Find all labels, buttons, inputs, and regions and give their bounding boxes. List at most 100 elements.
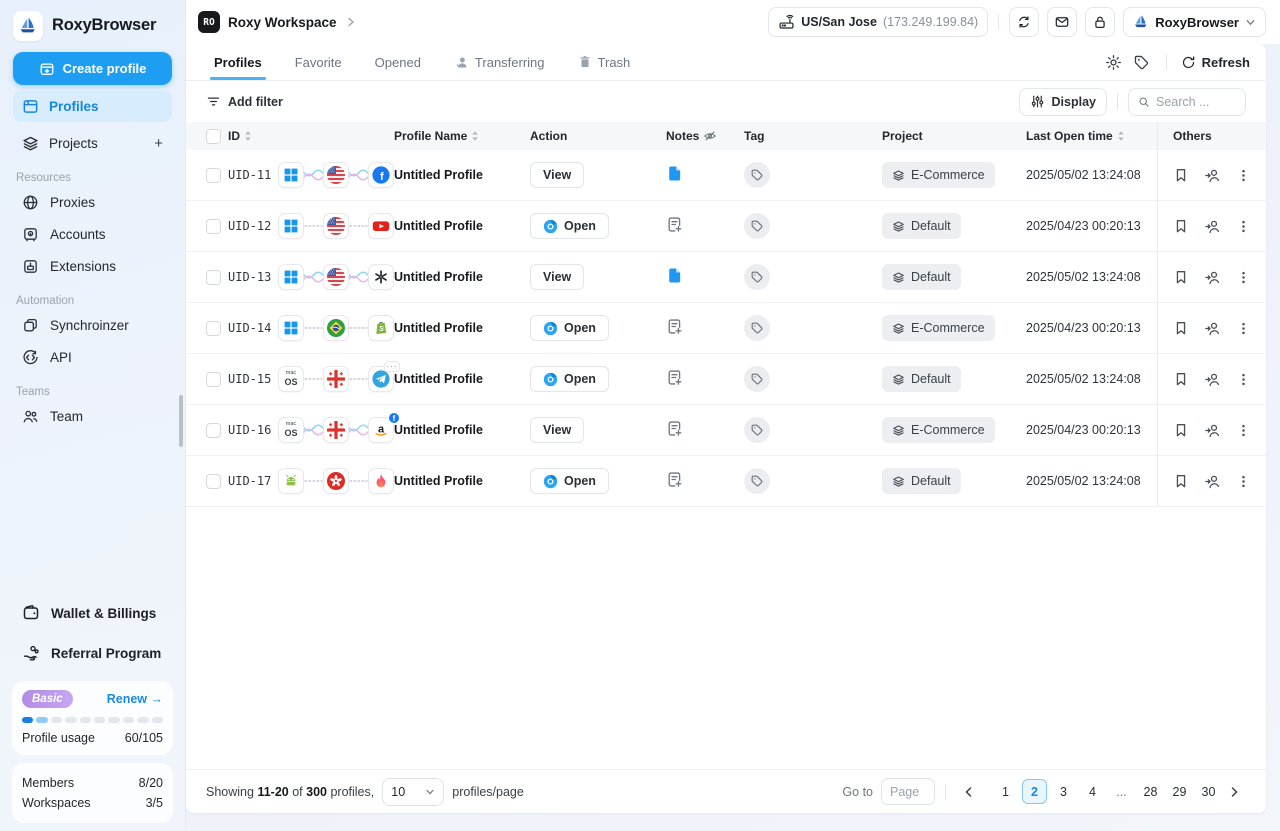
note-add-icon[interactable] <box>666 420 683 437</box>
transfer-profile-icon[interactable] <box>1204 473 1221 490</box>
tag-button[interactable] <box>744 366 770 392</box>
tab-transferring[interactable]: Transferring <box>454 44 545 80</box>
chevron-right-icon[interactable] <box>345 16 357 28</box>
tag-button[interactable] <box>744 162 770 188</box>
bookmark-icon[interactable] <box>1173 167 1189 183</box>
more-icon[interactable] <box>1236 270 1251 285</box>
prev-page-button[interactable] <box>956 779 981 804</box>
row-checkbox[interactable] <box>206 168 221 183</box>
bookmark-icon[interactable] <box>1173 422 1189 438</box>
tab-profiles[interactable]: Profiles <box>214 44 262 80</box>
row-checkbox[interactable] <box>206 474 221 489</box>
sidebar-item-wallet-billings[interactable]: Wallet & Billings <box>13 593 172 633</box>
account-menu[interactable]: RoxyBrowser <box>1123 7 1266 37</box>
page-button-30[interactable]: 30 <box>1196 779 1221 804</box>
open-profile-button[interactable]: Open <box>530 366 609 392</box>
row-checkbox[interactable] <box>206 423 221 438</box>
sidebar-item-extensions[interactable]: Extensions <box>13 250 172 282</box>
messages-button[interactable] <box>1047 7 1077 37</box>
renew-link[interactable]: Renew → <box>107 692 163 706</box>
create-profile-button[interactable]: Create profile <box>13 52 172 85</box>
notes-button[interactable] <box>666 267 683 284</box>
page-button-4[interactable]: 4 <box>1080 779 1105 804</box>
tag-button[interactable] <box>744 315 770 341</box>
tag-button[interactable] <box>744 468 770 494</box>
sort-icon[interactable] <box>1117 130 1125 142</box>
row-checkbox[interactable] <box>206 321 221 336</box>
page-button-3[interactable]: 3 <box>1051 779 1076 804</box>
notes-button[interactable] <box>666 369 683 386</box>
sort-icon[interactable] <box>244 130 252 142</box>
search-input[interactable] <box>1156 95 1236 109</box>
per-page-select[interactable]: 10 <box>382 778 444 806</box>
select-all-checkbox[interactable] <box>206 129 221 144</box>
notes-button[interactable] <box>666 471 683 488</box>
display-button[interactable]: Display <box>1019 88 1107 116</box>
bookmark-icon[interactable] <box>1173 218 1189 234</box>
notes-button[interactable] <box>666 420 683 437</box>
notes-button[interactable] <box>666 165 683 182</box>
more-icon[interactable] <box>1236 372 1251 387</box>
tab-favorite[interactable]: Favorite <box>295 44 342 80</box>
workspace-name[interactable]: Roxy Workspace <box>228 15 337 30</box>
row-checkbox[interactable] <box>206 372 221 387</box>
view-profile-button[interactable]: View <box>530 162 584 188</box>
more-icon[interactable] <box>1236 321 1251 336</box>
goto-page-input[interactable] <box>881 778 935 805</box>
note-add-icon[interactable] <box>666 216 683 233</box>
sidebar-item-profiles[interactable]: Profiles <box>13 91 172 122</box>
more-icon[interactable] <box>1236 474 1251 489</box>
bookmark-icon[interactable] <box>1173 473 1189 489</box>
transfer-profile-icon[interactable] <box>1204 371 1221 388</box>
page-button-29[interactable]: 29 <box>1167 779 1192 804</box>
tab-opened[interactable]: Opened <box>375 44 421 80</box>
sidebar-item-referral-program[interactable]: Referral Program <box>13 633 172 673</box>
notes-button[interactable] <box>666 216 683 233</box>
row-checkbox[interactable] <box>206 270 221 285</box>
tag-button[interactable] <box>744 264 770 290</box>
lock-button[interactable] <box>1085 7 1115 37</box>
sync-button[interactable] <box>1009 7 1039 37</box>
next-page-button[interactable] <box>1221 779 1246 804</box>
sidebar-item-projects[interactable]: Projects + <box>13 128 172 159</box>
page-button-2[interactable]: 2 <box>1022 779 1047 804</box>
note-filled-icon[interactable] <box>666 267 683 284</box>
table-settings-button[interactable] <box>1100 48 1128 76</box>
bookmark-icon[interactable] <box>1173 320 1189 336</box>
add-project-button[interactable]: + <box>154 135 163 152</box>
open-profile-button[interactable]: Open <box>530 468 609 494</box>
proxy-ip-button[interactable]: US/San Jose (173.249.199.84) <box>768 7 988 37</box>
transfer-profile-icon[interactable] <box>1204 218 1221 235</box>
column-header-profile-name[interactable]: Profile Name <box>394 129 530 143</box>
open-profile-button[interactable]: Open <box>530 315 609 341</box>
note-add-icon[interactable] <box>666 369 683 386</box>
open-profile-button[interactable]: Open <box>530 213 609 239</box>
note-filled-icon[interactable] <box>666 165 683 182</box>
column-header-last-open[interactable]: Last Open time <box>1026 129 1157 143</box>
transfer-profile-icon[interactable] <box>1204 167 1221 184</box>
sidebar-scrollbar[interactable] <box>179 395 183 447</box>
view-profile-button[interactable]: View <box>530 417 584 443</box>
eye-off-icon[interactable] <box>703 129 717 143</box>
bookmark-icon[interactable] <box>1173 269 1189 285</box>
tag-button[interactable] <box>744 417 770 443</box>
more-icon[interactable] <box>1236 168 1251 183</box>
note-add-icon[interactable] <box>666 471 683 488</box>
sidebar-item-api[interactable]: API <box>13 341 172 373</box>
notes-button[interactable] <box>666 318 683 335</box>
transfer-profile-icon[interactable] <box>1204 320 1221 337</box>
add-filter-button[interactable]: Add filter <box>206 94 283 109</box>
sidebar-item-accounts[interactable]: Accounts <box>13 218 172 250</box>
column-header-id[interactable]: ID <box>228 129 278 143</box>
note-add-icon[interactable] <box>666 318 683 335</box>
refresh-button[interactable]: Refresh <box>1181 55 1250 70</box>
bookmark-icon[interactable] <box>1173 371 1189 387</box>
sidebar-item-team[interactable]: Team <box>13 400 172 432</box>
more-icon[interactable] <box>1236 219 1251 234</box>
tags-manager-button[interactable] <box>1128 48 1156 76</box>
sidebar-item-synchroinzer[interactable]: Synchroinzer <box>13 309 172 341</box>
transfer-profile-icon[interactable] <box>1204 422 1221 439</box>
view-profile-button[interactable]: View <box>530 264 584 290</box>
transfer-profile-icon[interactable] <box>1204 269 1221 286</box>
page-button-1[interactable]: 1 <box>993 779 1018 804</box>
